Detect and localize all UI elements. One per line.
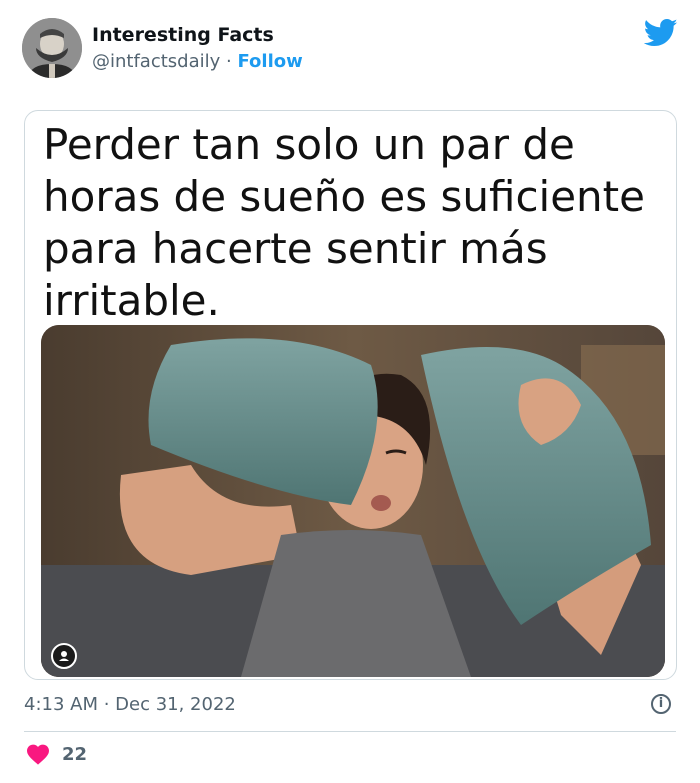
fact-photo[interactable]	[41, 325, 665, 677]
photo-badge-icon[interactable]	[51, 643, 77, 669]
heart-icon[interactable]	[26, 743, 50, 765]
divider	[24, 731, 676, 732]
handle-row: @intfactsdaily · Follow	[92, 51, 303, 72]
info-icon[interactable]: i	[651, 694, 671, 714]
separator: ·	[226, 51, 232, 72]
fact-card[interactable]: Perder tan solo un par de horas de sueño…	[24, 110, 677, 680]
tweet-timestamp[interactable]: 4:13 AM · Dec 31, 2022	[24, 694, 236, 715]
author-name[interactable]: Interesting Facts	[92, 24, 274, 46]
author-handle[interactable]: @intfactsdaily	[92, 51, 220, 72]
fact-text: Perder tan solo un par de horas de sueño…	[43, 120, 645, 325]
twitter-bird-icon[interactable]	[643, 18, 678, 48]
like-area[interactable]: 22	[26, 743, 87, 765]
woman-with-pillows-image	[41, 325, 665, 677]
avatar-portrait-icon	[22, 18, 82, 78]
follow-button[interactable]: Follow	[237, 51, 302, 72]
author-avatar[interactable]	[22, 18, 82, 78]
like-count: 22	[62, 743, 88, 765]
